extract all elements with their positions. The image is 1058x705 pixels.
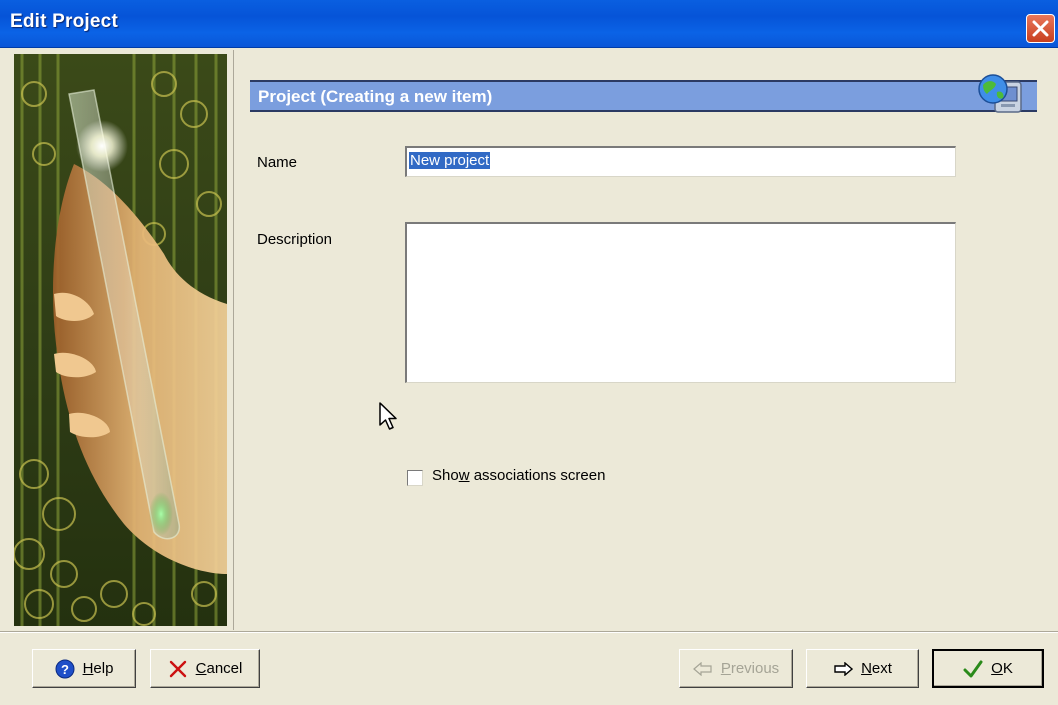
ok-button[interactable]: OK [932, 649, 1044, 688]
show-associations-label[interactable]: Show associations screen [432, 467, 605, 484]
svg-text:?: ? [61, 662, 69, 677]
name-input-value: New project [409, 152, 491, 169]
show-associations-checkbox[interactable] [407, 470, 423, 486]
mouse-cursor-icon [379, 402, 397, 430]
previous-button[interactable]: Previous [679, 649, 793, 688]
help-button[interactable]: ? Help [32, 649, 136, 688]
checkmark-icon [963, 660, 983, 677]
name-input[interactable]: New project [405, 146, 956, 177]
description-textarea[interactable] [405, 222, 956, 383]
panel-divider [233, 50, 234, 630]
cancel-button[interactable]: Cancel [150, 649, 260, 688]
next-button[interactable]: Next [806, 649, 919, 688]
description-label: Description [257, 231, 333, 248]
section-title: Project (Creating a new item) [258, 87, 493, 106]
cancel-x-icon [169, 660, 186, 677]
arrow-left-icon [692, 661, 712, 676]
close-icon [1032, 20, 1049, 37]
arrow-right-icon [834, 661, 854, 676]
button-separator [0, 631, 1058, 633]
help-icon: ? [55, 659, 75, 678]
name-label: Name [257, 154, 298, 171]
title-bar[interactable]: Edit Project [0, 0, 1058, 48]
globe-computer-icon [975, 68, 1025, 118]
edit-project-dialog: Edit Project Project (Creating a new ite… [0, 0, 1058, 705]
close-button[interactable] [1026, 14, 1055, 43]
wizard-side-image [14, 54, 227, 626]
section-header: Project (Creating a new item) [250, 80, 1037, 112]
window-title: Edit Project [10, 11, 118, 32]
